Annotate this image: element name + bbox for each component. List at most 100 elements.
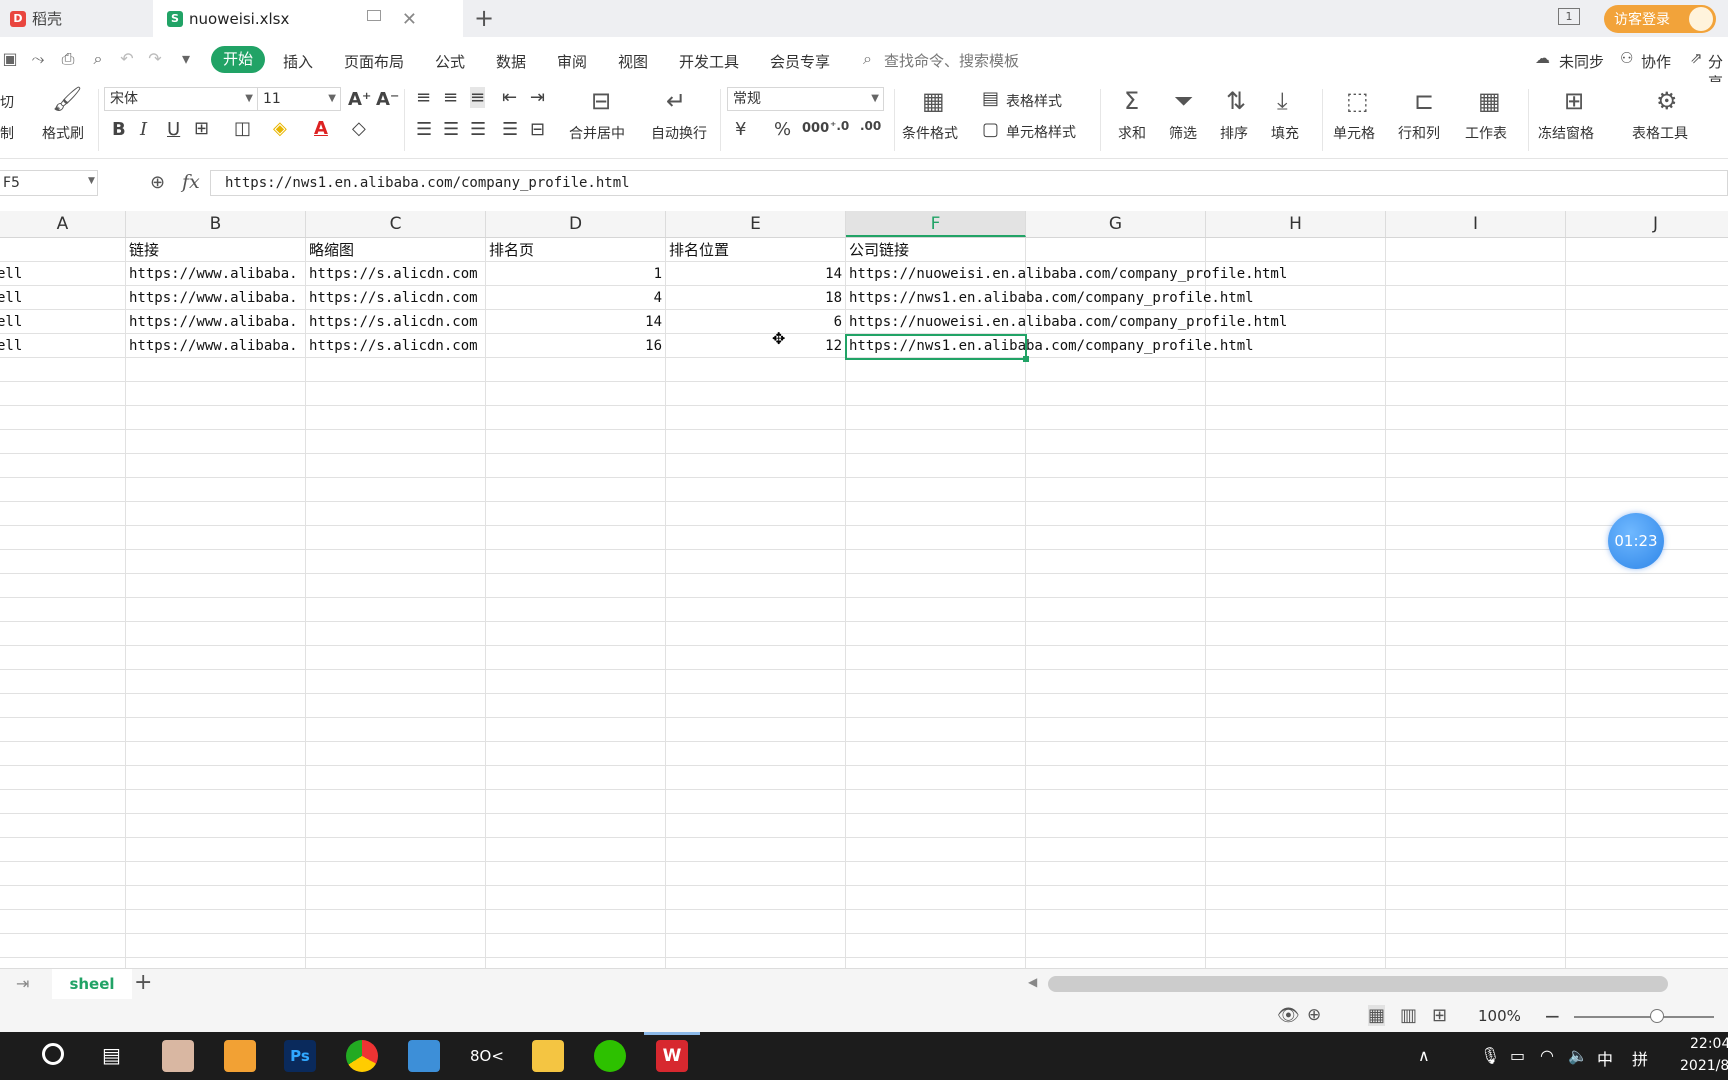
cell-style-button[interactable]: 单元格样式 xyxy=(1006,122,1076,142)
ime-pinyin[interactable]: 拼 xyxy=(1632,1046,1648,1070)
tab-docer[interactable]: D 稻壳 xyxy=(0,0,153,37)
filter-button[interactable]: 筛选 xyxy=(1169,123,1197,143)
align-bottom-icon[interactable]: ≡ xyxy=(470,87,486,108)
fill-button[interactable]: 填充 xyxy=(1271,123,1299,143)
last-sheet-icon[interactable]: ⇥ xyxy=(16,974,29,993)
cell-e5[interactable]: 12 xyxy=(669,334,842,357)
scroll-left-icon[interactable]: ◀ xyxy=(1028,975,1037,989)
indent-icon[interactable]: ⇥ xyxy=(530,87,545,108)
cortana-icon[interactable] xyxy=(42,1043,64,1065)
table-style-button[interactable]: 表格样式 xyxy=(1006,91,1062,111)
zoom-slider[interactable] xyxy=(1574,1016,1714,1018)
number-format-select[interactable]: 常规 ▼ xyxy=(727,87,884,111)
distribute-icon[interactable]: ⊟ xyxy=(530,119,545,140)
row-col-button[interactable]: 行和列 xyxy=(1398,123,1440,143)
chevron-down-icon[interactable]: ▼ xyxy=(88,176,95,186)
column-header-h[interactable]: H xyxy=(1206,211,1386,237)
align-top-icon[interactable]: ≡ xyxy=(416,87,431,108)
column-header-a[interactable]: A xyxy=(0,211,126,237)
cell-d3[interactable]: 4 xyxy=(489,286,662,309)
cell-d5[interactable]: 16 xyxy=(489,334,662,357)
collab-button[interactable]: 协作 xyxy=(1641,51,1671,72)
cell-button[interactable]: 单元格 xyxy=(1333,123,1375,143)
input-mode-icon[interactable]: ⊕ xyxy=(1307,1005,1321,1025)
undo-icon[interactable]: ↶ xyxy=(117,49,137,69)
horizontal-scrollbar[interactable] xyxy=(1048,976,1668,992)
app-box-icon[interactable]: 8O< xyxy=(470,1040,504,1072)
font-name-select[interactable]: 宋体 ▼ xyxy=(104,87,258,111)
column-header-i[interactable]: I xyxy=(1386,211,1566,237)
print-icon[interactable]: ⎙ xyxy=(58,49,78,69)
clock-date[interactable]: 2021/8 xyxy=(1680,1058,1728,1074)
app-storage-icon[interactable] xyxy=(408,1040,440,1072)
column-header-d[interactable]: D xyxy=(486,211,666,237)
justify-icon[interactable]: ☰ xyxy=(502,119,518,140)
column-header-b[interactable]: B xyxy=(126,211,306,237)
cell-a3[interactable]: ell xyxy=(0,286,124,309)
tab-view[interactable]: 视图 xyxy=(618,51,648,72)
add-sheet-button[interactable]: + xyxy=(134,970,152,995)
cell-e4[interactable]: 6 xyxy=(669,310,842,333)
close-icon[interactable]: ✕ xyxy=(402,9,417,30)
freeze-panes-button[interactable]: 冻结窗格 xyxy=(1538,123,1594,143)
worksheet-button[interactable]: 工作表 xyxy=(1465,123,1507,143)
cell-c3[interactable]: https://s.alicdn.com xyxy=(309,286,485,309)
guest-login-button[interactable]: 访客登录 xyxy=(1604,5,1716,33)
wrap-text-button[interactable]: 自动换行 xyxy=(651,123,707,143)
fill-handle[interactable] xyxy=(1023,356,1029,362)
cell-a2[interactable]: ell xyxy=(0,262,124,285)
tab-page-layout[interactable]: 页面布局 xyxy=(344,51,404,72)
tray-expand-icon[interactable]: ∧ xyxy=(1418,1046,1430,1065)
mic-icon[interactable]: 🎙 xyxy=(1480,1046,1500,1065)
cell-e3[interactable]: 18 xyxy=(669,286,842,309)
align-middle-icon[interactable]: ≡ xyxy=(443,87,458,108)
cell-c4[interactable]: https://s.alicdn.com xyxy=(309,310,485,333)
format-painter-button[interactable]: 格式刷 xyxy=(42,123,84,143)
sum-button[interactable]: 求和 xyxy=(1118,123,1146,143)
eye-icon[interactable]: 👁 xyxy=(1277,1005,1300,1026)
increase-font-icon[interactable]: A⁺ xyxy=(348,89,371,110)
increase-decimal-icon[interactable]: ⁺.0 xyxy=(830,119,849,133)
cell-e2[interactable]: 14 xyxy=(669,262,842,285)
zoom-level[interactable]: 100% xyxy=(1478,1007,1521,1025)
clock-time[interactable]: 22:04 xyxy=(1690,1036,1728,1052)
app-wps-icon[interactable]: W xyxy=(656,1040,688,1072)
tab-workbook[interactable]: S nuoweisi.xlsx ✕ xyxy=(153,0,463,37)
cell-f4[interactable]: https://nuoweisi.en.alibaba.com/company_… xyxy=(849,310,1287,333)
copy-button[interactable]: 复制 xyxy=(0,123,14,143)
cell-e1[interactable]: 排名位置 xyxy=(669,238,845,261)
thousands-icon[interactable]: 000 xyxy=(802,121,829,136)
fx-icon[interactable]: fx xyxy=(182,171,200,193)
cell-d4[interactable]: 14 xyxy=(489,310,662,333)
align-center-icon[interactable]: ☰ xyxy=(443,119,459,140)
align-right-icon[interactable]: ☰ xyxy=(470,119,486,140)
column-header-j[interactable]: J xyxy=(1566,211,1728,237)
search-input[interactable]: 查找命令、搜索模板 xyxy=(884,50,1019,71)
page-layout-view-icon[interactable]: ▥ xyxy=(1400,1005,1417,1026)
clear-icon[interactable]: ◇ xyxy=(352,118,366,139)
tab-insert[interactable]: 插入 xyxy=(283,51,313,72)
decrease-decimal-icon[interactable]: .00 xyxy=(860,119,881,133)
export-icon[interactable]: ⤳ xyxy=(28,49,48,69)
tab-start[interactable]: 开始 xyxy=(211,46,265,73)
zoom-icon[interactable]: ⊕ xyxy=(150,172,165,193)
wifi-icon[interactable]: ◠ xyxy=(1540,1046,1554,1065)
zoom-slider-handle[interactable] xyxy=(1650,1009,1664,1023)
column-header-f[interactable]: F xyxy=(846,211,1026,237)
app-explorer-icon[interactable] xyxy=(532,1040,564,1072)
volume-icon[interactable]: 🔈 xyxy=(1568,1046,1588,1065)
app-photoshop-icon[interactable]: Ps xyxy=(284,1040,316,1072)
conditional-format-button[interactable]: 条件格式 xyxy=(902,123,958,143)
cell-b3[interactable]: https://www.alibaba. xyxy=(129,286,305,309)
align-left-icon[interactable]: ☰ xyxy=(416,119,432,140)
font-color-icon[interactable]: A xyxy=(314,118,328,139)
decrease-font-icon[interactable]: A⁻ xyxy=(376,89,399,110)
tab-formula[interactable]: 公式 xyxy=(435,51,465,72)
cell-c2[interactable]: https://s.alicdn.com xyxy=(309,262,485,285)
table-tools-button[interactable]: 表格工具 xyxy=(1632,123,1688,143)
cell-f3[interactable]: https://nws1.en.alibaba.com/company_prof… xyxy=(849,286,1254,309)
new-tab-button[interactable]: + xyxy=(474,4,494,32)
cell-b5[interactable]: https://www.alibaba. xyxy=(129,334,305,357)
spreadsheet-grid[interactable]: A B C D E F G H I J 链接 略缩图 排名页 排名位置 公司链接… xyxy=(0,211,1728,970)
float-window-icon[interactable] xyxy=(367,10,381,21)
